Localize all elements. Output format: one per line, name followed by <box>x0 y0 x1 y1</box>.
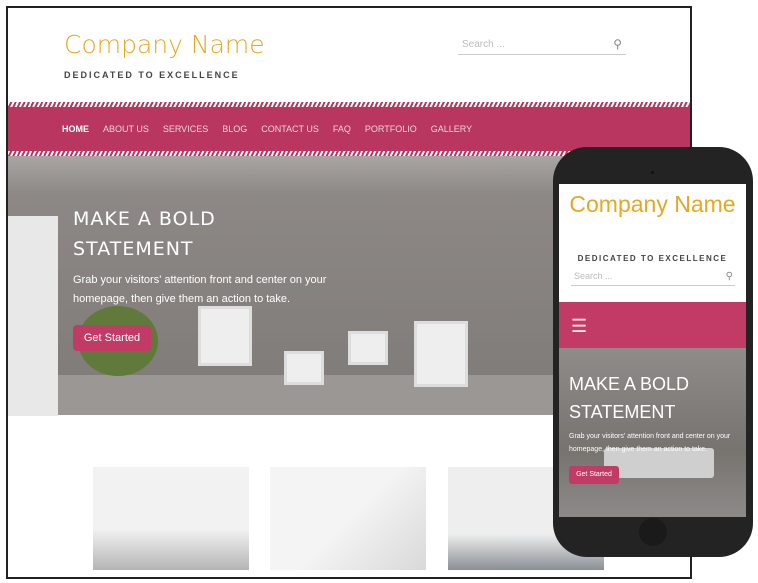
wall-frame <box>414 321 468 387</box>
mobile-preview: Company Name DEDICATED TO EXCELLENCE Sea… <box>553 147 753 557</box>
mobile-hero-subtitle: Grab your visitors' attention front and … <box>569 433 731 453</box>
get-started-button[interactable]: Get Started <box>73 325 151 351</box>
nav-home[interactable]: HOME <box>62 124 89 134</box>
hero-door-image <box>8 216 58 416</box>
thumbnail-phone-desk[interactable] <box>270 467 426 570</box>
search-placeholder: Search ... <box>462 39 505 50</box>
site-tagline: DEDICATED TO EXCELLENCE <box>64 70 240 80</box>
mobile-get-started-button[interactable]: Get Started <box>569 466 619 484</box>
nav-gallery[interactable]: GALLERY <box>431 124 472 134</box>
search-icon[interactable]: ⚲ <box>726 271 733 282</box>
nav-portfolio[interactable]: PORTFOLIO <box>365 124 417 134</box>
nav-about-us[interactable]: ABOUT US <box>103 124 149 134</box>
mobile-logo[interactable]: Company Name <box>559 192 746 217</box>
hamburger-menu-icon[interactable]: ☰ <box>571 317 587 335</box>
mobile-search-input[interactable]: Search ... ⚲ <box>571 271 735 286</box>
thumbnail-chairs[interactable] <box>93 467 249 570</box>
wall-frame <box>348 331 388 365</box>
wall-frame <box>284 351 324 385</box>
hero-title: MAKE A BOLD STATEMENT <box>73 208 216 260</box>
mobile-screen: Company Name DEDICATED TO EXCELLENCE Sea… <box>559 184 746 517</box>
wall-frame <box>198 306 252 366</box>
nav-services[interactable]: SERVICES <box>163 124 208 134</box>
nav-contact-us[interactable]: CONTACT US <box>261 124 319 134</box>
mobile-nav: ☰ <box>559 302 746 348</box>
site-logo[interactable]: Company Name <box>64 30 265 59</box>
mobile-hero: MAKE A BOLD STATEMENT Grab your visitors… <box>559 348 746 517</box>
nav-faq[interactable]: FAQ <box>333 124 351 134</box>
mobile-tagline: DEDICATED TO EXCELLENCE <box>577 254 728 263</box>
home-button <box>639 518 667 546</box>
hero-subtitle: Grab your visitors' attention front and … <box>73 274 327 305</box>
nav-blog[interactable]: BLOG <box>222 124 247 134</box>
mobile-search-placeholder: Search ... <box>574 271 613 281</box>
search-icon[interactable]: ⚲ <box>613 37 622 51</box>
camera-icon <box>651 171 654 174</box>
mobile-hero-title: MAKE A BOLD STATEMENT <box>569 374 690 422</box>
search-input[interactable]: Search ... ⚲ <box>458 37 626 55</box>
